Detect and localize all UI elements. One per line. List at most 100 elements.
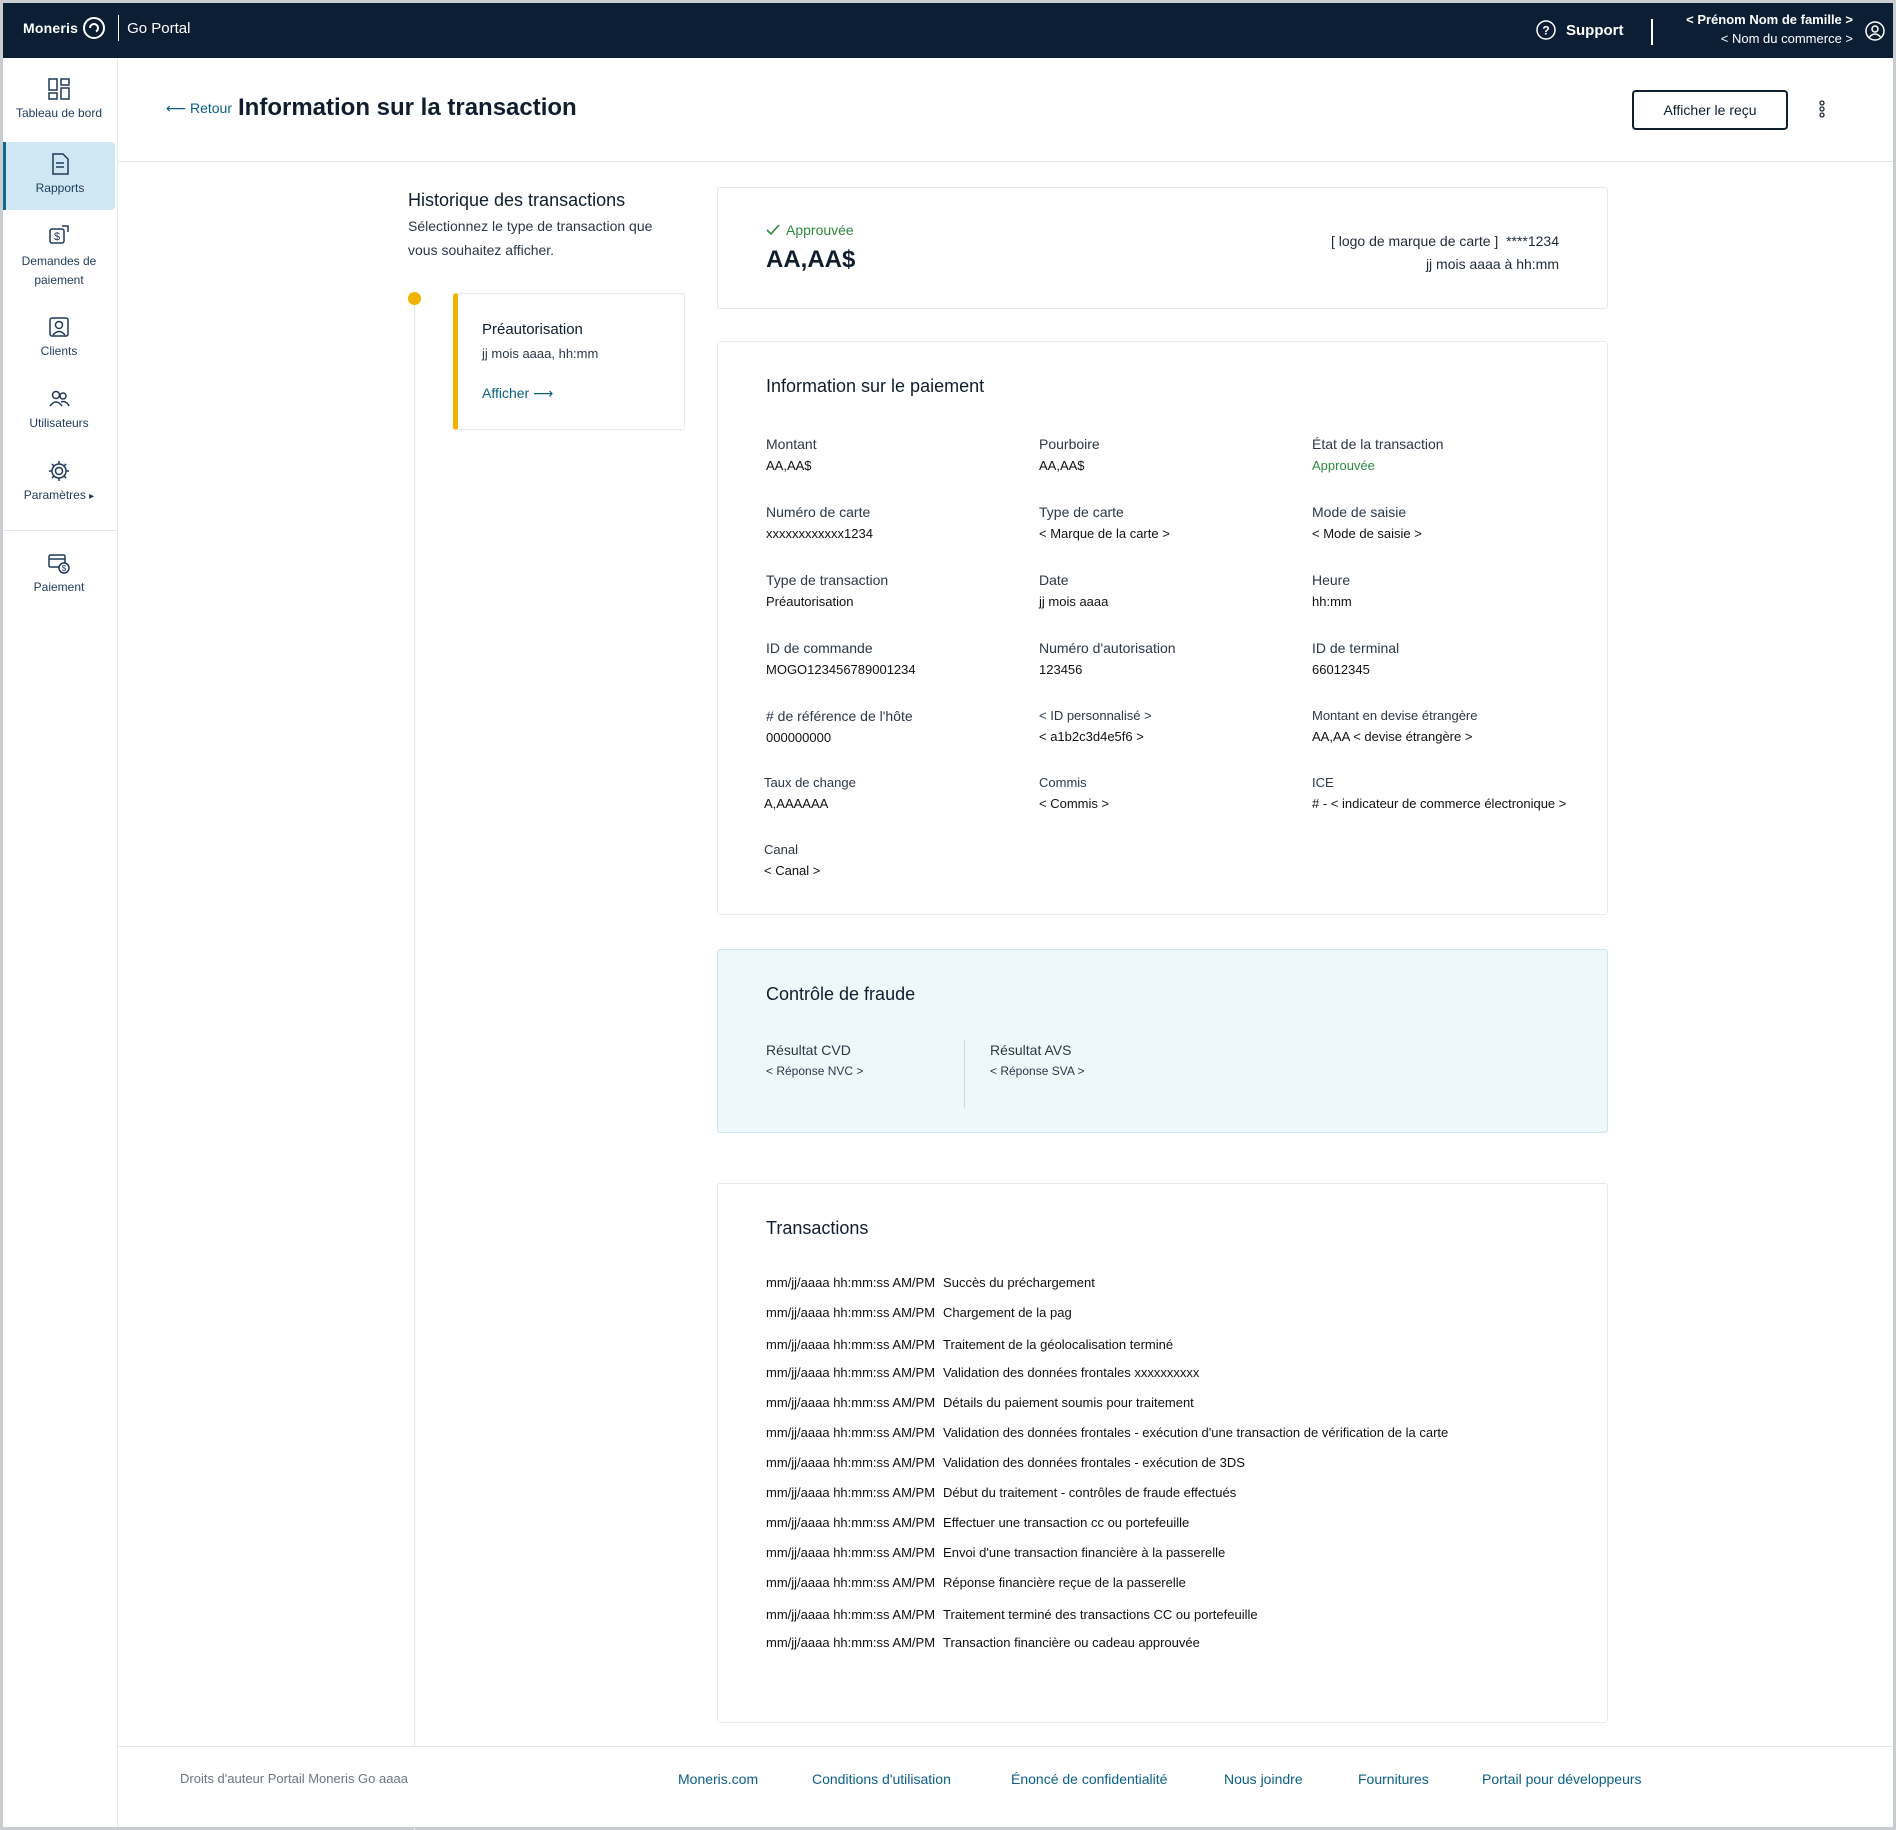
field-value: < Mode de saisie > bbox=[1312, 526, 1422, 541]
field-label: Numéro de carte bbox=[766, 504, 871, 520]
view-receipt-button[interactable]: Afficher le reçu bbox=[1632, 90, 1788, 130]
field-label: Résultat CVD bbox=[766, 1042, 851, 1058]
field-cvd-result: Résultat CVD < Réponse NVC > bbox=[766, 1042, 956, 1078]
field-label: Montant en devise étrangère bbox=[1312, 708, 1478, 723]
sidebar-item-clients[interactable]: Clients bbox=[3, 316, 115, 366]
field-entry-mode: Mode de saisie < Mode de saisie > bbox=[1312, 504, 1582, 541]
footer-link-developers[interactable]: Portail pour développeurs bbox=[1482, 1771, 1642, 1787]
log-message: Transaction financière ou cadeau approuv… bbox=[943, 1635, 1200, 1650]
log-row: mm/jj/aaaa hh:mm:ss AM/PM Début du traite… bbox=[766, 1485, 1236, 1500]
sidebar-item-users[interactable]: Utilisateurs bbox=[3, 388, 115, 438]
svg-text:$: $ bbox=[54, 231, 60, 243]
field-value: Préautorisation bbox=[766, 594, 854, 609]
arrow-right-icon: ⟶ bbox=[533, 385, 554, 401]
field-label: ID de terminal bbox=[1312, 640, 1400, 656]
log-message: Envoi d'une transaction financière à la … bbox=[943, 1545, 1226, 1560]
back-label: Retour bbox=[189, 100, 232, 116]
chevron-right-icon: ▸ bbox=[89, 491, 95, 502]
log-message: Succès du préchargement bbox=[943, 1275, 1095, 1290]
top-bar: Moneris Go Portal ? Support < Prénom Nom… bbox=[3, 3, 1893, 58]
footer-link-terms[interactable]: Conditions d'utilisation bbox=[812, 1771, 951, 1787]
log-timestamp: mm/jj/aaaa hh:mm:ss AM/PM bbox=[766, 1545, 936, 1560]
brand[interactable]: Moneris Go Portal bbox=[23, 15, 190, 41]
log-message: Validation des données frontales xxxxxxx… bbox=[943, 1365, 1200, 1380]
field-value: < Canal > bbox=[764, 863, 821, 878]
fraud-divider bbox=[964, 1040, 965, 1108]
more-vertical-icon bbox=[1819, 99, 1825, 118]
field-card-type: Type de carte < Marque de la carte > bbox=[1039, 504, 1309, 541]
field-amount: Montant AA,AA$ bbox=[766, 436, 1036, 473]
log-timestamp: mm/jj/aaaa hh:mm:ss AM/PM bbox=[766, 1607, 936, 1622]
user-menu[interactable]: < Prénom Nom de famille > < Nom du comme… bbox=[1686, 12, 1853, 46]
support-label: Support bbox=[1566, 21, 1624, 39]
product-name: Go Portal bbox=[127, 19, 191, 37]
field-label: Type de carte bbox=[1039, 504, 1124, 520]
sidebar-item-payment[interactable]: $ Paiement bbox=[3, 552, 115, 602]
timeline-line bbox=[414, 300, 415, 1830]
field-terminal-id: ID de terminal 66012345 bbox=[1312, 640, 1582, 677]
user-name: < Prénom Nom de famille > bbox=[1686, 12, 1853, 27]
field-value: hh:mm bbox=[1312, 594, 1352, 609]
field-label: État de la transaction bbox=[1312, 436, 1444, 452]
check-icon bbox=[766, 224, 780, 236]
transaction-amount: AA,AA$ bbox=[766, 246, 856, 273]
field-label: Mode de saisie bbox=[1312, 504, 1407, 520]
log-timestamp: mm/jj/aaaa hh:mm:ss AM/PM bbox=[766, 1515, 936, 1530]
field-label: ID de commande bbox=[766, 640, 873, 656]
field-auth-number: Numéro d'autorisation 123456 bbox=[1039, 640, 1309, 677]
log-timestamp: mm/jj/aaaa hh:mm:ss AM/PM bbox=[766, 1275, 936, 1290]
footer-link-moneris[interactable]: Moneris.com bbox=[678, 1771, 758, 1787]
footer-link-contact[interactable]: Nous joindre bbox=[1224, 1771, 1303, 1787]
log-timestamp: mm/jj/aaaa hh:mm:ss AM/PM bbox=[766, 1575, 936, 1590]
field-value: < Réponse NVC > bbox=[766, 1064, 864, 1078]
field-value: AA,AA$ bbox=[766, 458, 812, 473]
page-title: Information sur la transaction bbox=[238, 94, 577, 121]
sidebar-item-dashboard[interactable]: Tableau de bord bbox=[3, 78, 115, 128]
arrow-left-icon: ⟵ bbox=[166, 100, 190, 116]
field-clerk: Commis < Commis > bbox=[1039, 775, 1309, 811]
field-value: # - < indicateur de commerce électroniqu… bbox=[1312, 796, 1567, 811]
more-options-button[interactable] bbox=[1812, 98, 1832, 122]
field-label: Commis bbox=[1039, 775, 1087, 790]
field-value: xxxxxxxxxxxx1234 bbox=[766, 526, 873, 541]
field-label: Montant bbox=[766, 436, 817, 452]
log-timestamp: mm/jj/aaaa hh:mm:ss AM/PM bbox=[766, 1425, 936, 1440]
log-row: mm/jj/aaaa hh:mm:ss AM/PM Validation des … bbox=[766, 1455, 1245, 1470]
svg-text:?: ? bbox=[1542, 24, 1549, 38]
sidebar-divider bbox=[3, 530, 118, 531]
field-label: Résultat AVS bbox=[990, 1042, 1072, 1058]
field-value: A,AAAAAA bbox=[764, 796, 829, 811]
sidebar-item-payment-requests[interactable]: $ Demandes de paiement bbox=[3, 224, 115, 290]
field-order-id: ID de commande MOGO123456789001234 bbox=[766, 640, 1036, 677]
sidebar-item-label: Clients bbox=[40, 344, 78, 358]
payment-icon: $ bbox=[48, 554, 70, 574]
sidebar-item-reports[interactable]: Rapports bbox=[3, 142, 115, 210]
footer-link-supplies[interactable]: Fournitures bbox=[1358, 1771, 1429, 1787]
sidebar-item-label: Demandes de paiement bbox=[21, 254, 97, 287]
back-link[interactable]: ⟵ Retour bbox=[166, 100, 232, 117]
sidebar-item-settings[interactable]: Paramètres ▸ bbox=[3, 460, 115, 510]
field-value: < Marque de la carte > bbox=[1039, 526, 1170, 541]
field-value: 123456 bbox=[1039, 662, 1083, 677]
field-value: AA,AA < devise étrangère > bbox=[1312, 729, 1473, 744]
field-value: < Réponse SVA > bbox=[990, 1064, 1085, 1078]
copyright: Droits d'auteur Portail Moneris Go aaaa bbox=[180, 1771, 408, 1786]
log-row: mm/jj/aaaa hh:mm:ss AM/PM Chargement de l… bbox=[766, 1305, 1072, 1320]
svg-text:$: $ bbox=[62, 564, 67, 573]
footer-link-privacy[interactable]: Énoncé de confidentialité bbox=[1011, 1771, 1167, 1787]
status-label: Approuvée bbox=[786, 222, 854, 238]
field-value: Approuvée bbox=[1312, 458, 1375, 473]
active-indicator bbox=[3, 142, 6, 210]
field-label: Taux de change bbox=[764, 775, 856, 790]
log-message: Réponse financière reçue de la passerell… bbox=[943, 1575, 1186, 1590]
history-item-card[interactable]: Préautorisation jj mois aaaa, hh:mm Affi… bbox=[453, 293, 685, 430]
history-item-view-link[interactable]: Afficher ⟶ bbox=[482, 385, 553, 402]
field-channel: Canal < Canal > bbox=[764, 842, 1034, 878]
field-time: Heure hh:mm bbox=[1312, 572, 1582, 609]
support-link[interactable]: ? Support bbox=[1536, 20, 1624, 40]
field-tip: Pourboire AA,AA$ bbox=[1039, 436, 1309, 473]
account-icon[interactable] bbox=[1865, 21, 1885, 41]
log-row: mm/jj/aaaa hh:mm:ss AM/PM Traitement de l… bbox=[766, 1337, 1173, 1352]
log-message: Traitement de la géolocalisation terminé bbox=[943, 1337, 1174, 1352]
brand-logo: Moneris bbox=[23, 20, 79, 36]
